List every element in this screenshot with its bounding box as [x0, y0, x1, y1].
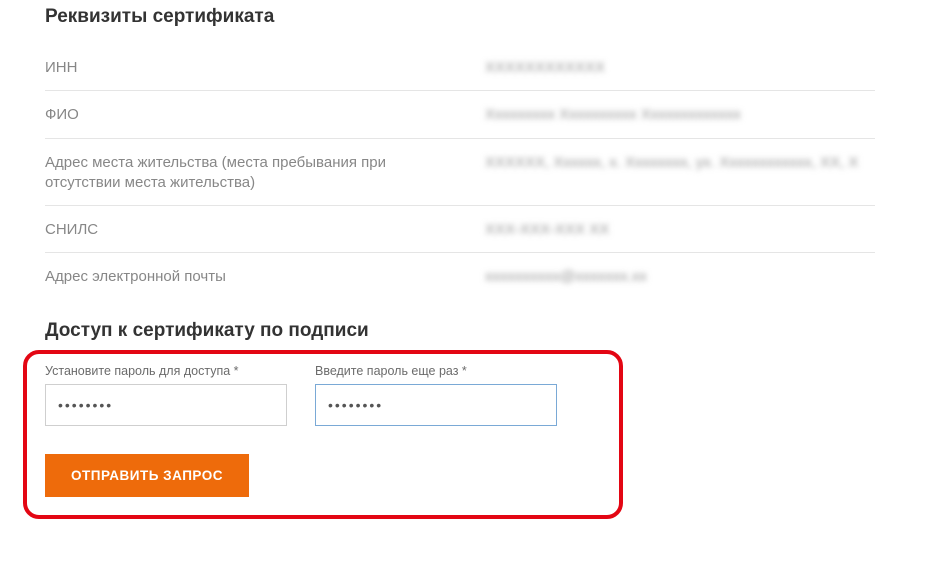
- signature-access-heading: Доступ к сертификату по подписи: [45, 320, 932, 342]
- detail-value: XXX-XXX-XXX XX: [485, 220, 875, 240]
- detail-row-email: Адрес электронной почты xxxxxxxxxx@xxxxx…: [45, 253, 875, 299]
- detail-value: XXXXXX, Xxxxxx, x. Xxxxxxxx, yx. Xxxxxxx…: [485, 153, 875, 173]
- detail-label: Адрес места жительства (места пребывания…: [45, 153, 485, 194]
- certificate-details-heading: Реквизиты сертификата: [45, 6, 932, 28]
- detail-row-address: Адрес места жительства (места пребывания…: [45, 139, 875, 207]
- password-form-highlight: Установите пароль для доступа * Введите …: [23, 350, 623, 519]
- detail-row-fio: ФИО Xxxxxxxxx Xxxxxxxxxx Xxxxxxxxxxxxx: [45, 91, 875, 138]
- password2-label: Введите пароль еще раз *: [315, 364, 557, 378]
- password1-label: Установите пароль для доступа *: [45, 364, 287, 378]
- password1-input[interactable]: [45, 384, 287, 426]
- password-field-2: Введите пароль еще раз *: [315, 364, 557, 426]
- password2-input[interactable]: [315, 384, 557, 426]
- detail-row-inn: ИНН XXXXXXXXXXXX: [45, 44, 875, 91]
- detail-label: ИНН: [45, 58, 485, 78]
- detail-label: СНИЛС: [45, 220, 485, 240]
- detail-value: Xxxxxxxxx Xxxxxxxxxx Xxxxxxxxxxxxx: [485, 105, 875, 125]
- detail-value: xxxxxxxxxx@xxxxxxx.xx: [485, 267, 875, 287]
- detail-label: Адрес электронной почты: [45, 267, 485, 287]
- detail-row-snils: СНИЛС XXX-XXX-XXX XX: [45, 206, 875, 253]
- password-field-1: Установите пароль для доступа *: [45, 364, 287, 426]
- submit-request-button[interactable]: ОТПРАВИТЬ ЗАПРОС: [45, 454, 249, 497]
- certificate-details-table: ИНН XXXXXXXXXXXX ФИО Xxxxxxxxx Xxxxxxxxx…: [45, 44, 875, 300]
- detail-value: XXXXXXXXXXXX: [485, 58, 875, 78]
- detail-label: ФИО: [45, 105, 485, 125]
